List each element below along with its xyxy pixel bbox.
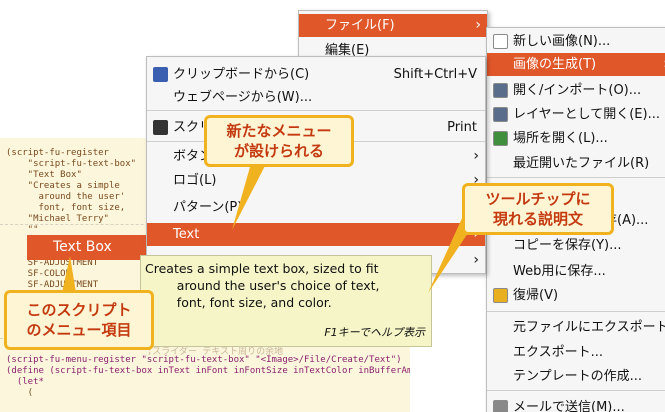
mail-icon: [493, 400, 508, 412]
file-menu-item-label: 開く/インポート(O)...: [513, 83, 642, 98]
file-menu-item[interactable]: コピーを保存(Y)...: [487, 234, 665, 257]
code-line: (script-fu-menu-register "script-fu-text…: [6, 355, 402, 365]
file-menu-item[interactable]: 開く/インポート(O)...: [487, 79, 665, 102]
create-menu-item-label: パターン(P): [173, 200, 243, 215]
code-line: (script-fu-register: [6, 148, 109, 158]
code-line: "": [6, 225, 39, 235]
file-menu-item[interactable]: 元ファイルにエクスポート: [487, 316, 665, 339]
chevron-right-icon: ›: [473, 148, 479, 164]
create-menu-item-label: ロゴ(L): [173, 173, 217, 188]
code-line: (: [6, 388, 34, 398]
code-line: font, font size,: [6, 203, 126, 213]
new-image-icon: [493, 34, 508, 49]
code-line: "Creates a simple: [6, 181, 120, 191]
tooltip-description: Creates a simple text box, sized to fit …: [145, 261, 380, 310]
chevron-right-icon: ›: [473, 252, 479, 268]
file-menu-item[interactable]: メールで送信(M)...: [487, 396, 665, 412]
menu-separator: [487, 177, 665, 178]
shortcut-label: Print: [447, 120, 477, 135]
create-menu-item-label: クリップボードから(C): [173, 67, 310, 82]
code-line: "script-fu-text-box": [6, 159, 137, 169]
file-menu-item-label: 場所を開く(L)...: [513, 131, 608, 146]
file-menu-item-label: テンプレートの作成...: [513, 369, 643, 384]
create-menu-item-label: Text: [173, 227, 200, 242]
file-menu-item[interactable]: 場所を開く(L)...: [487, 127, 665, 150]
code-line: SF-ADJUSTMENT: [6, 280, 99, 290]
file-menu-item-label: エクスポート...: [513, 345, 604, 360]
file-menu-item[interactable]: レイヤーとして開く(E)...: [487, 103, 665, 126]
file-menu-item[interactable]: Web用に保存...: [487, 260, 665, 283]
code-line: "Text Box": [6, 170, 82, 180]
tooltip-help-hint: F1キーでヘルプ表示: [324, 326, 425, 339]
menu-item-text-box: Text Box: [27, 235, 147, 260]
chevron-right-icon: ›: [475, 17, 481, 33]
file-menu: ファイル(F) › 編集(E): [298, 10, 488, 60]
file-menu-item[interactable]: 新しい画像(N)...: [487, 30, 665, 53]
tooltip: Creates a simple text box, sized to fit …: [140, 255, 432, 347]
camera-icon: [153, 120, 168, 135]
file-menu-item-label: Web用に保存...: [513, 264, 606, 279]
callout-tooltip: ツールチップに 現れる説明文: [462, 183, 614, 235]
clipboard-icon: [153, 67, 168, 82]
create-menu-item[interactable]: パターン(P)›: [147, 196, 485, 219]
create-menu-item[interactable]: ロゴ(L) ›: [147, 169, 485, 192]
code-line: (let*: [6, 377, 44, 387]
file-menu-item-label: 最近開いたファイル(R): [513, 156, 650, 171]
code-line: around the user': [6, 192, 126, 202]
file-menu-item-label: レイヤーとして開く(E)...: [513, 107, 660, 122]
code-line: SF-COLOR: [6, 269, 72, 279]
file-menu-item-label: 復帰(V): [513, 288, 559, 303]
menu-separator: [487, 390, 665, 391]
open-layer-icon: [493, 107, 508, 122]
file-menu-item-label: 新しい画像(N)...: [513, 34, 611, 49]
file-menu-item[interactable]: テンプレートの作成...: [487, 365, 665, 388]
menu-item-file[interactable]: ファイル(F) ›: [299, 14, 487, 37]
file-menu-item-label: 画像の生成(T): [513, 57, 597, 72]
file-menu-item-label: コピーを保存(Y)...: [513, 238, 622, 253]
file-menu-item-label: メールで送信(M)...: [513, 400, 625, 412]
create-menu-item[interactable]: ウェブページから(W)...: [147, 86, 485, 109]
code-line: (define (script-fu-text-box inText inFon…: [6, 366, 410, 376]
create-menu-item[interactable]: クリップボードから(C) Shift+Ctrl+V: [147, 63, 485, 86]
code-line: "Michael Terry": [6, 214, 109, 224]
callout-new-menu: 新たなメニュー が設けられる: [204, 115, 354, 167]
open-icon: [493, 83, 508, 98]
create-menu-item-label: ウェブページから(W)...: [173, 90, 313, 105]
file-menu-item-label: 元ファイルにエクスポート: [513, 320, 665, 335]
globe-icon: [493, 131, 508, 146]
menu-item-file-label: ファイル(F): [325, 18, 395, 33]
file-menu-item[interactable]: 最近開いたファイル(R): [487, 152, 665, 175]
file-menu-item[interactable]: 画像の生成(T)›: [487, 53, 665, 76]
callout-script-menu-item: このスクリプト のメニュー項目: [4, 290, 154, 350]
file-menu-item[interactable]: 復帰(V): [487, 284, 665, 307]
revert-icon: [493, 288, 508, 303]
menu-separator: [487, 311, 665, 312]
create-menu-item[interactable]: Text›: [147, 223, 485, 246]
menu-separator: [147, 110, 485, 111]
shortcut-label: Shift+Ctrl+V: [393, 67, 477, 82]
file-menu-item[interactable]: エクスポート...: [487, 341, 665, 364]
